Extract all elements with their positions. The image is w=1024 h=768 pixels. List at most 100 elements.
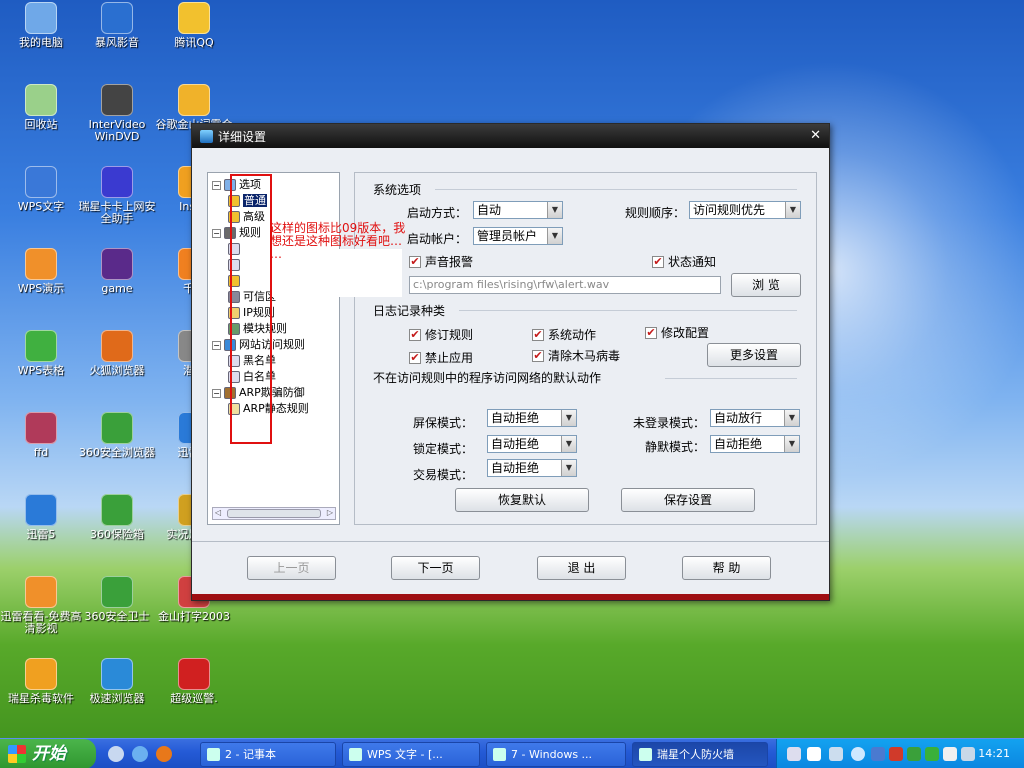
trade-mode-select[interactable]: 自动拒绝 ▼	[487, 459, 577, 477]
silent-mode-select[interactable]: 自动拒绝 ▼	[710, 435, 800, 453]
desktop-icon[interactable]: 腾讯QQ	[153, 2, 235, 49]
exit-button[interactable]: 退 出	[537, 556, 626, 580]
chevron-down-icon[interactable]: ▼	[784, 410, 799, 426]
umbrella-tray-icon[interactable]	[925, 747, 939, 761]
scroll-thumb[interactable]	[227, 509, 321, 518]
status-notify-checkbox[interactable]: ✔ 状态通知	[652, 253, 716, 270]
desktop-icon-label: 360安全浏览器	[79, 446, 155, 459]
desktop-icon[interactable]: 瑞星杀毒软件	[0, 658, 82, 705]
taskbar-button[interactable]: 2 - 记事本	[200, 742, 336, 767]
browse-button[interactable]: 浏 览	[731, 273, 801, 297]
desktop-icon-label: 暴风影音	[95, 36, 139, 49]
block-apps-checkbox[interactable]: ✔ 禁止应用	[409, 349, 473, 366]
rule-order-select[interactable]: 访问规则优先 ▼	[689, 201, 801, 219]
chevron-down-icon[interactable]: ▼	[561, 410, 576, 426]
collapse-toggle-icon[interactable]: −	[212, 388, 221, 398]
expand-tray-icon[interactable]	[851, 747, 865, 761]
next-page-button[interactable]: 下一页	[391, 556, 480, 580]
firefox-quicklaunch-icon[interactable]	[156, 746, 172, 762]
desktop-icon[interactable]: 回收站	[0, 84, 82, 131]
screensaver-mode-select[interactable]: 自动拒绝 ▼	[487, 409, 577, 427]
not-logged-mode-select[interactable]: 自动放行 ▼	[710, 409, 800, 427]
taskbar-button[interactable]: WPS 文字 - [...	[342, 742, 480, 767]
help-button[interactable]: 帮 助	[682, 556, 771, 580]
browser-quicklaunch-icon[interactable]	[132, 746, 148, 762]
startup-mode-select[interactable]: 自动 ▼	[473, 201, 563, 219]
desktop-icon[interactable]: 瑞星卡卡上网安全助手	[76, 166, 158, 225]
volume-icon[interactable]	[961, 747, 975, 761]
close-icon[interactable]: ✕	[810, 128, 821, 143]
desktop-icon[interactable]: 迅雷看看-免费高清影视	[0, 576, 82, 635]
desktop-icon[interactable]: game	[76, 248, 158, 295]
clear-trojans-checkbox[interactable]: ✔ 清除木马病毒	[532, 347, 620, 364]
desktop-icon[interactable]: 极速浏览器	[76, 658, 158, 705]
app-icon	[25, 166, 57, 198]
app-icon	[101, 330, 133, 362]
360-tray-icon[interactable]	[907, 747, 921, 761]
app-icon	[25, 2, 57, 34]
task-app-icon	[493, 748, 506, 761]
modify-rules-checkbox[interactable]: ✔ 修订规则	[409, 326, 473, 343]
startup-mode-value: 自动	[477, 203, 502, 217]
desktop-icon-label: 360保险箱	[90, 528, 144, 541]
sound-alarm-checkbox[interactable]: ✔ 声音报警	[409, 253, 473, 270]
chevron-down-icon[interactable]: ▼	[785, 202, 800, 218]
start-button[interactable]: 开始	[0, 739, 96, 768]
not-logged-mode-label: 未登录模式：	[633, 416, 706, 430]
annotation-highlight-box	[230, 174, 272, 444]
title-bar[interactable]: 详细设置 ✕	[192, 124, 829, 148]
checkbox-icon: ✔	[409, 327, 421, 341]
checkbox-icon: ✔	[532, 327, 544, 341]
modify-config-checkbox[interactable]: ✔ 修改配置	[645, 324, 709, 341]
rising-tray-icon[interactable]	[889, 747, 903, 761]
locked-mode-select[interactable]: 自动拒绝 ▼	[487, 435, 577, 453]
save-settings-button[interactable]: 保存设置	[621, 488, 755, 512]
desktop-icon[interactable]: 暴风影音	[76, 2, 158, 49]
desktop-icon[interactable]: 360保险箱	[76, 494, 158, 541]
taskbar-button[interactable]: 瑞星个人防火墙	[632, 742, 768, 767]
help-tray-icon[interactable]	[807, 747, 821, 761]
system-actions-checkbox[interactable]: ✔ 系统动作	[532, 326, 596, 343]
tree-horizontal-scrollbar[interactable]: ◁ ▷	[212, 507, 336, 520]
desktop-icon[interactable]: 360安全浏览器	[76, 412, 158, 459]
desktop-icon[interactable]: 火狐浏览器	[76, 330, 158, 377]
restore-default-button[interactable]: 恢复默认	[455, 488, 589, 512]
desktop-icon[interactable]: ffd	[0, 412, 82, 459]
app-icon	[25, 494, 57, 526]
start-label: 开始	[32, 744, 66, 764]
desktop-icon[interactable]: 超级巡警.	[153, 658, 235, 705]
collapse-toggle-icon[interactable]: −	[212, 180, 221, 190]
chevron-down-icon[interactable]: ▼	[561, 436, 576, 452]
app-icon	[101, 2, 133, 34]
scroll-left-icon[interactable]: ◁	[215, 508, 221, 517]
taskbar-button[interactable]: 7 - Windows ...	[486, 742, 626, 767]
sound-file-path-input[interactable]: c:\program files\rising\rfw\alert.wav	[409, 276, 721, 294]
desktop-icon[interactable]: WPS表格	[0, 330, 82, 377]
chevron-down-icon[interactable]: ▼	[547, 228, 562, 244]
app-icon	[101, 412, 133, 444]
show-desktop-icon[interactable]	[108, 746, 124, 762]
more-settings-button[interactable]: 更多设置	[707, 343, 801, 367]
chevron-down-icon[interactable]: ▼	[547, 202, 562, 218]
desktop-icon[interactable]: WPS文字	[0, 166, 82, 213]
startup-account-select[interactable]: 管理员帐户 ▼	[473, 227, 563, 245]
desktop-icon[interactable]: 360安全卫士	[76, 576, 158, 623]
clock-tray-icon[interactable]	[943, 747, 957, 761]
chevron-down-icon[interactable]: ▼	[561, 460, 576, 476]
rule-order-label: 规则顺序：	[625, 206, 686, 220]
keyboard-icon[interactable]	[787, 747, 801, 761]
prev-page-button[interactable]: 上一页	[247, 556, 336, 580]
network-icon[interactable]	[829, 747, 843, 761]
window-title: 详细设置	[218, 129, 267, 144]
taskbar-button-label: 瑞星个人防火墙	[657, 748, 734, 761]
desktop-icon[interactable]: 迅雷5	[0, 494, 82, 541]
startup-account-label: 启动帐户：	[407, 232, 468, 246]
shield-tray-icon[interactable]	[871, 747, 885, 761]
desktop-icon[interactable]: WPS演示	[0, 248, 82, 295]
desktop-icon[interactable]: InterVideo WinDVD	[76, 84, 158, 143]
desktop-icon[interactable]: 我的电脑	[0, 2, 82, 49]
chevron-down-icon[interactable]: ▼	[784, 436, 799, 452]
scroll-right-icon[interactable]: ▷	[327, 508, 333, 517]
collapse-toggle-icon[interactable]: −	[212, 340, 221, 350]
collapse-toggle-icon[interactable]: −	[212, 228, 221, 238]
